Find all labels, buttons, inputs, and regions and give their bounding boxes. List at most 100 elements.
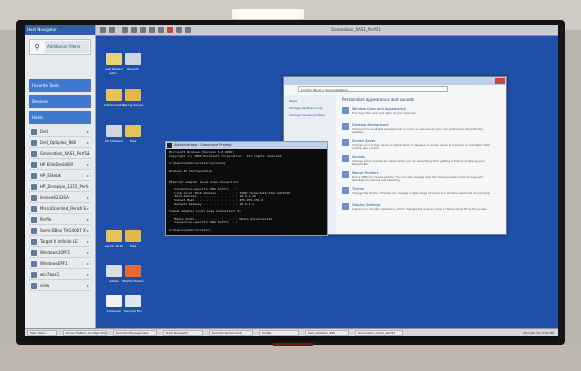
host-list-item[interactable]: HP_Zeropipe_1215_Perf ▸	[29, 182, 91, 192]
toolbar-record-icon[interactable]	[167, 27, 173, 33]
settings-category-description: Adjust your monitor resolution, which ch…	[352, 206, 488, 211]
desktop-icon[interactable]	[106, 125, 122, 137]
desktop-icon[interactable]	[125, 53, 141, 65]
chevron-right-icon[interactable]: ▸	[87, 259, 89, 268]
devices-button[interactable]: Devices	[29, 95, 91, 108]
host-list-item[interactable]: win7box1 ▸	[29, 270, 91, 280]
host-label: HP EliteDesk800	[40, 162, 74, 167]
toolbar-screenshot-icon[interactable]	[149, 27, 155, 33]
chevron-right-icon[interactable]: ▸	[87, 204, 89, 213]
host-label: lenovo6243SA	[40, 195, 69, 200]
settings-category-icon[interactable]	[342, 107, 349, 114]
chevron-right-icon[interactable]: ▸	[87, 215, 89, 224]
command-output-line: Tunnel adapter Local Area Connection* 8:	[169, 209, 242, 214]
host-list-item[interactable]: Dell_Optiplex_980 ▸	[29, 138, 91, 148]
chevron-right-icon[interactable]: ▸	[87, 127, 89, 136]
host-list-item[interactable]: Perflo ▸	[29, 215, 91, 225]
command-prompt-title[interactable]: Administrator: Command Prompt	[166, 142, 327, 149]
host-list-item[interactable]: Semi-DBox TVG4007 X ▸	[29, 226, 91, 236]
command-output-line: Connection-specific DNS Suffix . :	[169, 220, 238, 225]
computer-icon	[31, 228, 37, 234]
desktop-icon[interactable]	[106, 295, 122, 307]
desktop-icon[interactable]	[106, 230, 122, 242]
host-label: win7box1	[40, 272, 60, 277]
chevron-right-icon[interactable]: ▸	[87, 248, 89, 257]
host-label: view	[40, 283, 50, 288]
chevron-right-icon[interactable]: ▸	[87, 226, 89, 235]
chevron-right-icon[interactable]: ▸	[87, 281, 89, 290]
hosts-header[interactable]: Hosts	[29, 111, 91, 124]
host-list-item[interactable]: HP_Elitebk ▸	[29, 171, 91, 181]
host-list-item[interactable]: WindowsEPF1 ▸	[29, 259, 91, 269]
chevron-right-icon[interactable]: ▸	[87, 237, 89, 246]
settings-category-icon[interactable]	[342, 171, 349, 178]
search-icon[interactable]: ⚲	[31, 41, 43, 53]
control-panel-titlebar[interactable]	[284, 77, 506, 85]
chevron-right-icon[interactable]: ▸	[87, 149, 89, 158]
host-navigator-pane: Host Navigator ⚲ Additional Filters Favo…	[25, 25, 96, 336]
host-list-item[interactable]: HP EliteDesk800 ▸	[29, 160, 91, 170]
toolbar-settings-icon[interactable]	[158, 27, 164, 33]
desktop-icon[interactable]	[125, 89, 141, 101]
additional-filters-button[interactable]: Additional Filters	[45, 41, 89, 53]
settings-category-description: Change which sounds are heard when you d…	[352, 158, 485, 166]
host-list-item[interactable]: Dell ▸	[29, 127, 91, 137]
address-bar[interactable]: Control Panel > Personalization	[298, 86, 448, 92]
toolbar-clipboard-icon[interactable]	[176, 27, 182, 33]
control-panel-side-link[interactable]: Change mouse pointers	[289, 113, 325, 117]
command-prompt-window[interactable]: Administrator: Command Prompt Microsoft …	[165, 141, 328, 236]
settings-category-icon[interactable]	[342, 187, 349, 194]
remote-window-title: Generation_XAS1_Perf11	[331, 27, 381, 32]
host-list-item[interactable]: view ▸	[29, 281, 91, 291]
desktop-icon-label: Recycle	[127, 67, 139, 71]
favorite-tools-button[interactable]: Favorite Tools	[29, 79, 91, 92]
chevron-right-icon[interactable]: ▸	[87, 171, 89, 180]
toolbar-power-icon[interactable]	[185, 27, 191, 33]
host-label: Target X Infinite LE	[40, 239, 78, 244]
desktop-icon[interactable]	[125, 265, 141, 277]
desktop-icon-label: Spring Server	[122, 103, 144, 107]
toolbar-keyboard-icon[interactable]	[131, 27, 137, 33]
computer-icon	[31, 162, 37, 168]
toolbar-refresh-icon[interactable]	[122, 27, 128, 33]
desktop-icon-label: Mozilla Firefox	[122, 279, 144, 283]
desktop-icon[interactable]	[125, 125, 141, 137]
command-output-line: Copyright (c) 2006 Microsoft Corporation…	[169, 153, 283, 158]
monitor-screen: Host Navigator ⚲ Additional Filters Favo…	[25, 25, 558, 341]
desktop-icon-label: Recycle Bin	[124, 309, 142, 313]
host-list-item[interactable]: Target X Infinite LE ▸	[29, 237, 91, 247]
host-list-item[interactable]: Windows10PF1 ▸	[29, 248, 91, 258]
settings-category-icon[interactable]	[342, 139, 349, 146]
host-list-item[interactable]: lenovo6243SA ▸	[29, 193, 91, 203]
search-box[interactable]: ⚲ Additional Filters	[29, 39, 91, 55]
settings-category-icon[interactable]	[342, 155, 349, 162]
desktop-icon[interactable]	[106, 265, 122, 277]
settings-category-icon[interactable]	[342, 203, 349, 210]
chevron-right-icon[interactable]: ▸	[87, 160, 89, 169]
close-icon[interactable]	[495, 78, 505, 84]
command-output-line: Windows IP Configuration	[169, 168, 213, 173]
desktop-icon[interactable]	[125, 230, 141, 242]
pane-title: Host Navigator	[25, 25, 95, 35]
host-label: Generation_XAS1_Perf11	[40, 151, 90, 156]
control-panel-side-link[interactable]: Change desktop icons	[289, 106, 322, 110]
toolbar-back-icon[interactable]	[100, 27, 106, 33]
remote-desktop[interactable]: Generation_XAS1_Perf11 Control Panel > P…	[96, 25, 558, 328]
desktop-icon[interactable]	[106, 53, 122, 65]
host-list-item[interactable]: Generation_XAS1_Perf11 ▸	[29, 149, 91, 159]
chevron-right-icon[interactable]: ▸	[87, 270, 89, 279]
computer-icon	[31, 151, 37, 157]
desktop-icon[interactable]	[125, 295, 141, 307]
toolbar-fullscreen-icon[interactable]	[140, 27, 146, 33]
chevron-right-icon[interactable]: ▸	[87, 182, 89, 191]
desktop-icon[interactable]	[106, 89, 122, 101]
settings-category-icon[interactable]	[342, 123, 349, 130]
screen-bottom-edge	[25, 336, 558, 341]
chevron-right-icon[interactable]: ▸	[87, 138, 89, 147]
computer-icon	[31, 272, 37, 278]
chevron-right-icon[interactable]: ▸	[87, 193, 89, 202]
host-list-item[interactable]: MicroOriented_Peristi E ▸	[29, 204, 91, 214]
toolbar-forward-icon[interactable]	[109, 27, 115, 33]
host-label: Perflo	[40, 217, 52, 222]
settings-category-description: Choose from available backgrounds or col…	[352, 126, 483, 134]
